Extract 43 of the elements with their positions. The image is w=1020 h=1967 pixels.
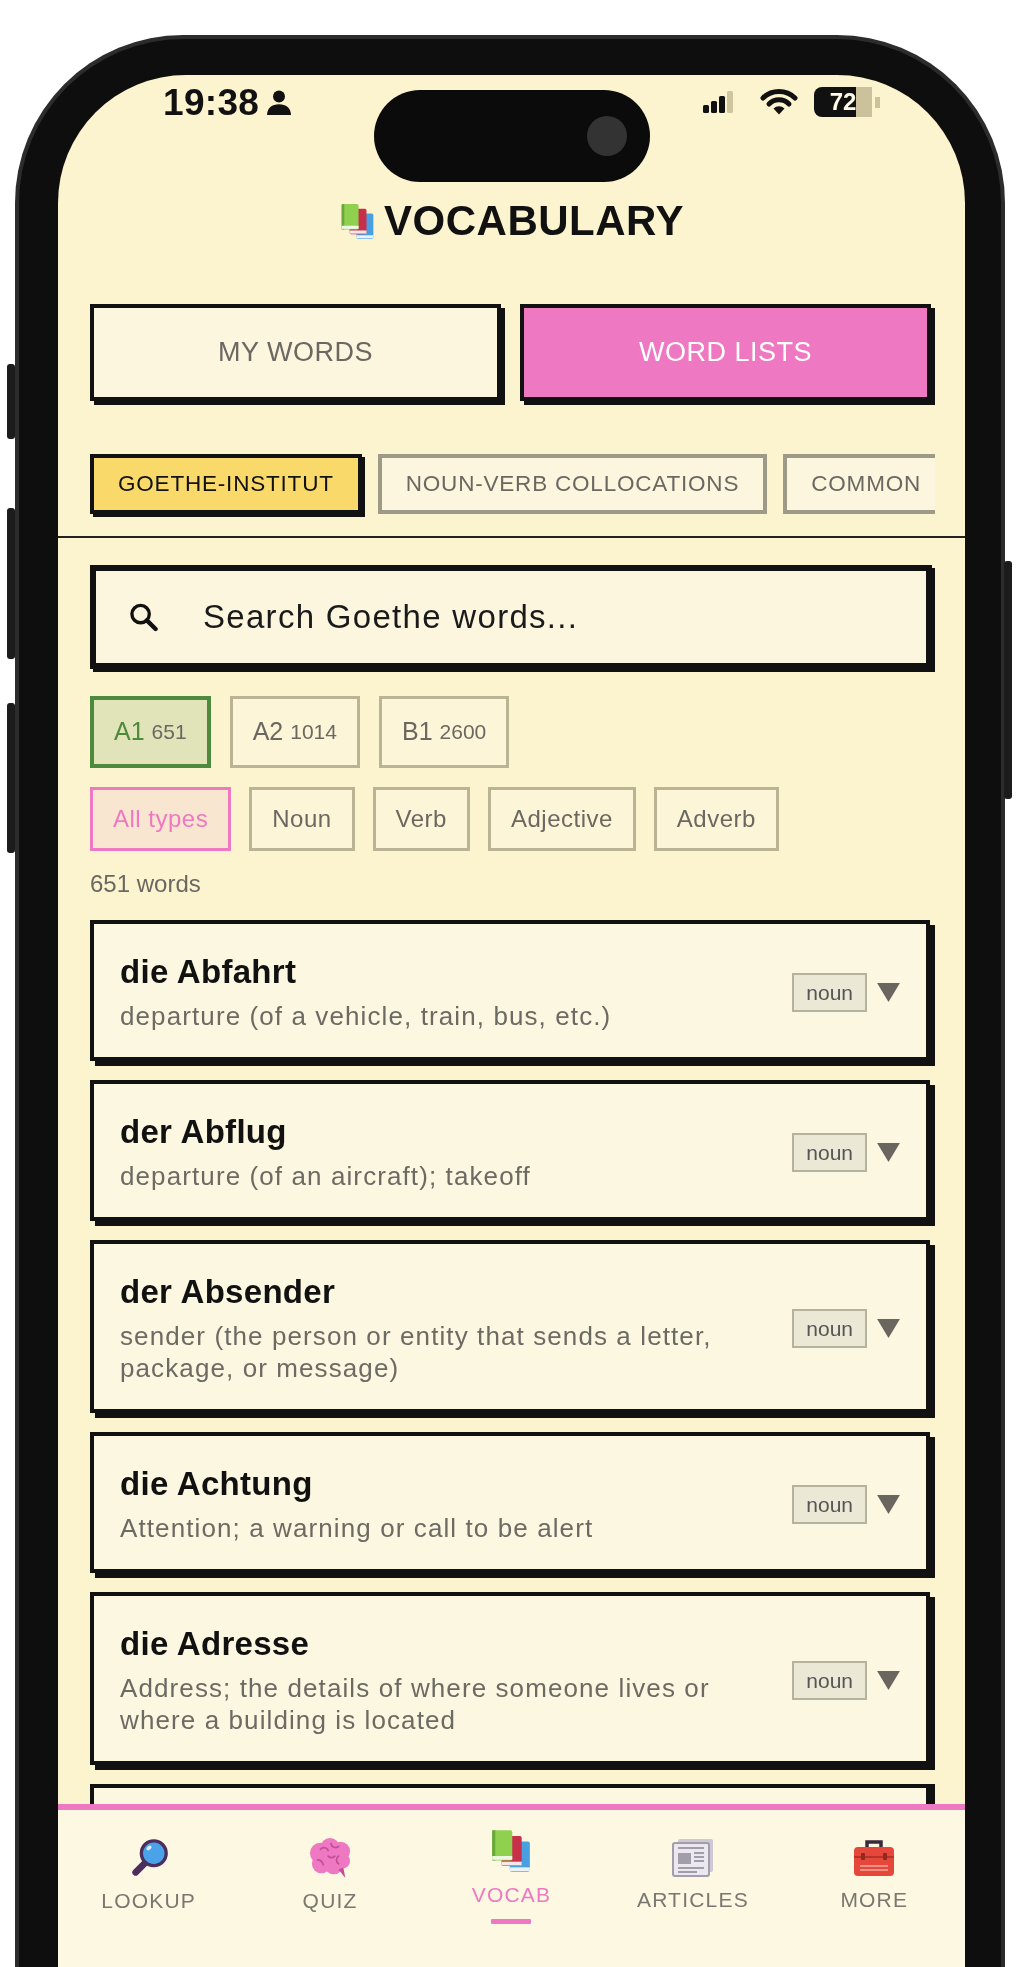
word-type-tag: noun	[792, 1660, 867, 1700]
level-chip[interactable]: A1 651	[90, 696, 211, 768]
headword: die Adresse	[120, 1624, 310, 1664]
type-chip[interactable]: Adverb	[653, 787, 779, 851]
list-chip[interactable]: GOETHE-INSTITUT	[90, 454, 362, 514]
person-icon	[267, 89, 292, 115]
nav-item[interactable]: QUIZ	[239, 1810, 421, 1942]
battery-indicator: 72	[814, 87, 880, 117]
type-chip[interactable]: Noun	[249, 787, 355, 851]
headword: die Abfahrt	[120, 952, 297, 992]
word-type-tag: noun	[792, 1308, 867, 1348]
type-chip[interactable]: Verb	[372, 787, 470, 851]
definition: sender (the person or entity that sends a letter, package, or message)	[120, 1320, 713, 1384]
brain-icon	[308, 1837, 353, 1879]
signal-icon	[703, 90, 735, 114]
definition: departure (of a vehicle, train, bus, etc.)	[120, 1000, 612, 1032]
word-type-tag: noun	[792, 1132, 867, 1172]
headword: der Absender	[120, 1272, 336, 1312]
word-type-tag: noun	[792, 972, 867, 1012]
headword: die Achtung	[120, 1464, 313, 1504]
word-type-tag: noun	[792, 1484, 867, 1524]
newspaper-icon	[670, 1838, 715, 1878]
search-field[interactable]: Search Goethe words...	[90, 565, 932, 669]
nav-item[interactable]: ARTICLES	[602, 1810, 784, 1942]
status-time: 19:38	[163, 84, 260, 121]
headword: der Abflug	[120, 1112, 287, 1152]
camera-lens-icon	[586, 116, 627, 156]
definition: departure (of an aircraft); takeoff	[120, 1160, 531, 1192]
selected-indicator	[491, 1918, 532, 1924]
toolbox-icon	[852, 1838, 897, 1878]
level-chip[interactable]: B1 2600	[378, 696, 510, 768]
page-title: VOCABULARY	[384, 196, 684, 246]
wifi-icon	[760, 89, 798, 115]
level-chip[interactable]: A2 1014	[229, 696, 360, 768]
nav-item[interactable]: MORE	[783, 1810, 965, 1942]
list-chip[interactable]: NOUN-VERB COLLOCATIONS	[377, 454, 768, 514]
search-icon	[129, 602, 158, 632]
word-count: 651 words	[90, 869, 201, 899]
definition: Attention; a warning or call to be alert	[120, 1512, 594, 1544]
definition: Address; the details of where someone lives or where a building is located	[120, 1672, 711, 1736]
nav-item[interactable]: LOOKUP	[58, 1810, 240, 1942]
type-chip[interactable]: Adjective	[487, 787, 636, 851]
list-chip[interactable]: COMMON	[783, 454, 935, 514]
